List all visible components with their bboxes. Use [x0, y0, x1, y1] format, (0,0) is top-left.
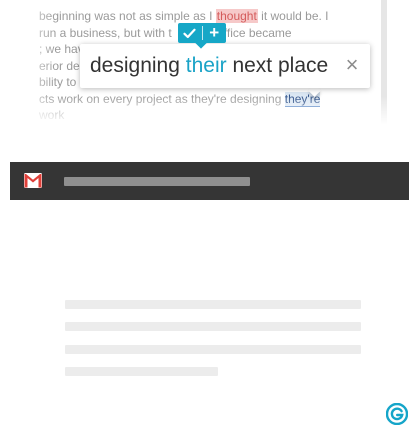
gmail-icon[interactable]	[24, 173, 42, 188]
mail-header-bar	[10, 162, 409, 200]
body-placeholder-line	[65, 300, 361, 309]
suggestion-actions: +	[178, 23, 226, 43]
spelling-mistake[interactable]: thought	[215, 9, 258, 23]
suggested-word[interactable]: their	[186, 54, 227, 77]
body-placeholder-line	[65, 345, 361, 354]
checkmark-icon	[183, 28, 196, 38]
plus-icon: +	[209, 23, 220, 42]
suggestion-card[interactable]: designing their next place ×	[80, 44, 370, 88]
editor-snippet: beginning was not as simple as I thought…	[0, 0, 409, 128]
editor-line: work	[39, 108, 65, 122]
body-placeholder-line	[65, 322, 361, 331]
grammarly-icon[interactable]	[386, 403, 408, 425]
subject-placeholder	[64, 177, 250, 186]
accept-button[interactable]	[178, 23, 202, 43]
editor-line: cts work on every project as they're des…	[39, 91, 321, 107]
close-icon[interactable]: ×	[342, 53, 362, 77]
body-placeholder-line	[65, 367, 218, 376]
suggestion-text[interactable]: designing their next place	[90, 53, 328, 79]
add-to-dictionary-button[interactable]: +	[203, 23, 227, 43]
editor-scrollbar[interactable]	[381, 0, 387, 124]
